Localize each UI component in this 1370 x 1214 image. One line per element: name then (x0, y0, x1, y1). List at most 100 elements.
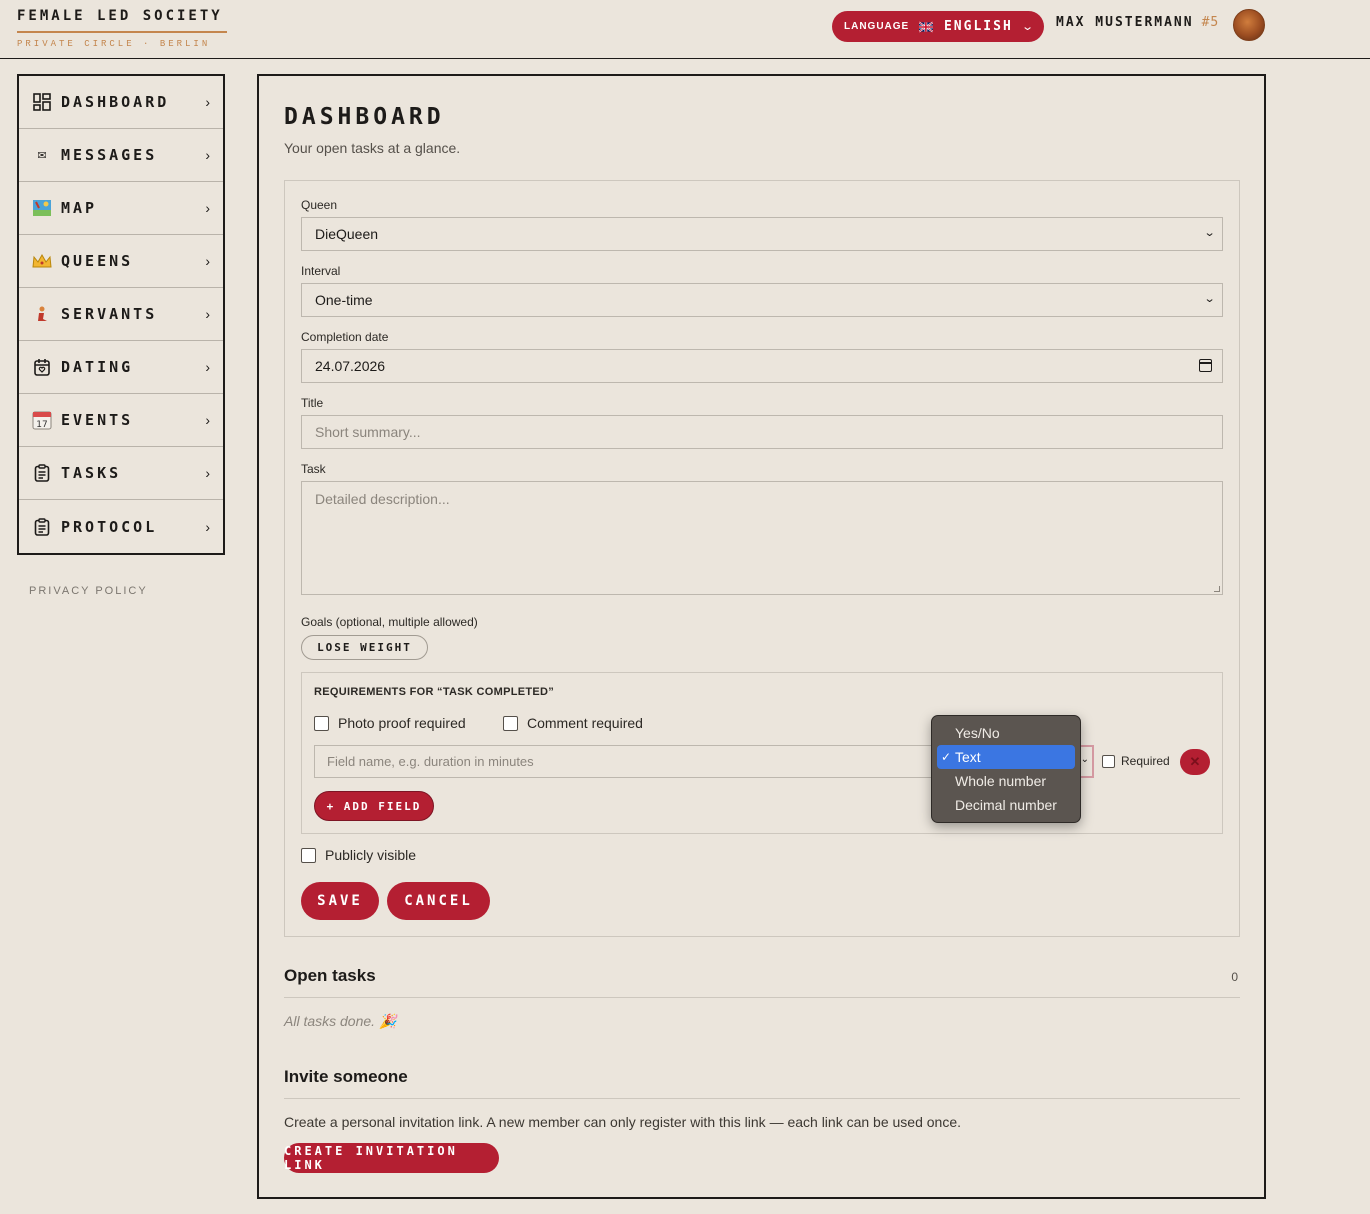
remove-field-button[interactable]: ✕ (1180, 749, 1210, 775)
create-invitation-link-button[interactable]: CREATE INVITATION LINK (284, 1143, 499, 1173)
sidebar-item-events[interactable]: 17 EVENTS › (19, 394, 223, 447)
brand[interactable]: FEMALE LED SOCIETY PRIVATE CIRCLE · BERL… (17, 8, 227, 49)
task-placeholder: Detailed description... (315, 491, 450, 507)
divider (284, 1098, 1240, 1099)
page-subtitle: Your open tasks at a glance. (284, 140, 461, 156)
sidebar-item-messages[interactable]: ✉ MESSAGES › (19, 129, 223, 182)
user-number: #5 (1201, 15, 1220, 30)
completion-date-input[interactable]: 24.07.2026 (301, 349, 1223, 383)
title-input[interactable]: Short summary... (301, 415, 1223, 449)
field-type-dropdown: Yes/No ✓ Text Whole number Decimal number (931, 715, 1081, 823)
public-checkbox[interactable] (301, 848, 316, 863)
calendar-heart-icon (32, 357, 52, 377)
sidebar-item-dashboard[interactable]: DASHBOARD › (19, 76, 223, 129)
chevron-right-icon: › (205, 200, 210, 216)
interval-label: Interval (301, 264, 341, 278)
open-tasks-heading: Open tasks (284, 966, 376, 985)
requirements-box: REQUIREMENTS FOR “TASK COMPLETED” Photo … (301, 672, 1223, 834)
dropdown-option-decimal-number[interactable]: Decimal number (937, 793, 1075, 817)
sidebar-item-label: MAP (61, 199, 98, 217)
checkmark-icon: ✓ (941, 750, 952, 764)
calendar-icon[interactable] (1199, 359, 1212, 372)
field-name-placeholder: Field name, e.g. duration in minutes (327, 754, 534, 769)
sidebar-item-queens[interactable]: QUEENS › (19, 235, 223, 288)
dropdown-option-whole-number[interactable]: Whole number (937, 769, 1075, 793)
sidebar-item-map[interactable]: MAP › (19, 182, 223, 235)
queen-label: Queen (301, 198, 338, 212)
svg-text:17: 17 (36, 420, 47, 430)
photo-proof-label: Photo proof required (338, 715, 466, 731)
comment-label: Comment required (527, 715, 643, 731)
queen-value: DieQueen (315, 226, 379, 242)
requirements-title: REQUIREMENTS FOR “TASK COMPLETED” (314, 686, 555, 698)
dashboard-icon (32, 92, 52, 112)
page-title: DASHBOARD (284, 104, 445, 130)
sidebar-item-label: PROTOCOL (61, 517, 158, 536)
sidebar-item-label: MESSAGES (61, 146, 158, 164)
crown-icon (32, 251, 52, 271)
user-menu[interactable]: MAX MUSTERMANN #5 (1056, 9, 1265, 41)
dropdown-option-yes-no[interactable]: Yes/No (937, 721, 1075, 745)
field-name-input[interactable]: Field name, e.g. duration in minutes (314, 745, 946, 778)
title-placeholder: Short summary... (315, 424, 421, 440)
chevron-down-icon: ⌄ (1080, 754, 1089, 765)
task-label: Task (301, 462, 326, 476)
comment-checkbox[interactable] (503, 716, 518, 731)
interval-value: One-time (315, 292, 373, 308)
language-value: ENGLISH (943, 19, 1013, 34)
date-label: Completion date (301, 330, 389, 344)
chevron-right-icon: › (205, 359, 210, 375)
chevron-right-icon: › (205, 253, 210, 269)
queen-select[interactable]: DieQueen ⌄ (301, 217, 1223, 251)
chevron-right-icon: › (205, 412, 210, 428)
chevron-down-icon: ⌄ (1020, 21, 1034, 33)
brand-title: FEMALE LED SOCIETY (17, 8, 227, 33)
sidebar-item-label: DASHBOARD (61, 93, 170, 111)
chevron-right-icon: › (205, 147, 210, 163)
date-value: 24.07.2026 (315, 358, 386, 374)
chevron-right-icon: › (205, 306, 210, 322)
title-label: Title (301, 396, 324, 410)
task-form: Queen DieQueen ⌄ Interval One-time ⌄ Com… (284, 180, 1240, 937)
chevron-right-icon: › (205, 518, 210, 535)
field-required-checkbox[interactable] (1102, 755, 1115, 768)
field-required-label: Required (1121, 754, 1170, 768)
dropdown-option-text[interactable]: ✓ Text (937, 745, 1075, 769)
goal-chip-lose-weight[interactable]: LOSE WEIGHT (301, 635, 428, 660)
public-label: Publicly visible (325, 847, 417, 863)
invite-description: Create a personal invitation link. A new… (284, 1114, 962, 1130)
sidebar-item-protocol[interactable]: PROTOCOL › (19, 500, 223, 553)
task-textarea[interactable]: Detailed description... (301, 481, 1223, 595)
sidebar-item-label: SERVANTS (61, 305, 158, 323)
add-field-button[interactable]: + ADD FIELD (314, 791, 434, 821)
option-label: Decimal number (955, 797, 1057, 813)
brand-subtitle: PRIVATE CIRCLE · BERLIN (17, 39, 211, 49)
sidebar-item-servants[interactable]: SERVANTS › (19, 288, 223, 341)
photo-proof-checkbox[interactable] (314, 716, 329, 731)
sidebar-item-label: TASKS (61, 464, 122, 482)
empty-state-text: All tasks done. 🎉 (284, 1013, 397, 1029)
privacy-policy-link[interactable]: PRIVACY POLICY (29, 585, 148, 597)
map-icon (32, 198, 52, 218)
sidebar-item-label: DATING (61, 358, 134, 376)
open-tasks-count: 0 (1231, 970, 1238, 984)
sidebar-item-label: QUEENS (61, 252, 134, 270)
cancel-button[interactable]: CANCEL (387, 882, 490, 920)
goals-label: Goals (optional, multiple allowed) (301, 615, 478, 629)
sidebar-item-dating[interactable]: DATING › (19, 341, 223, 394)
chevron-right-icon: › (205, 465, 210, 481)
divider (284, 997, 1240, 998)
header-divider (0, 58, 1370, 59)
resize-handle[interactable] (1214, 586, 1220, 592)
invite-heading: Invite someone (284, 1067, 408, 1086)
interval-select[interactable]: One-time ⌄ (301, 283, 1223, 317)
sidebar-item-tasks[interactable]: TASKS › (19, 447, 223, 500)
option-label: Yes/No (955, 725, 1000, 741)
chevron-down-icon: ⌄ (1203, 227, 1216, 239)
calendar-17-icon: 17 (32, 410, 52, 430)
save-button[interactable]: SAVE (301, 882, 379, 920)
avatar[interactable] (1233, 9, 1265, 41)
language-selector[interactable]: LANGUAGE ENGLISH ⌄ (832, 11, 1044, 42)
chevron-down-icon: ⌄ (1203, 293, 1216, 305)
language-label: LANGUAGE (844, 21, 910, 32)
